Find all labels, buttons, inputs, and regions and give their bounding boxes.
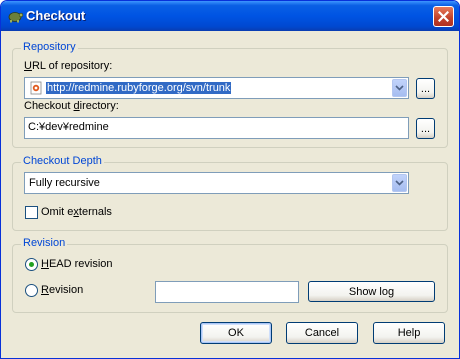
chevron-down-icon bbox=[395, 85, 404, 91]
ok-button[interactable]: OK bbox=[200, 322, 272, 344]
url-combobox[interactable]: http://redmine.rubyforge.org/svn/trunk bbox=[24, 77, 409, 99]
checkout-directory-value: C:¥dev¥redmine bbox=[28, 121, 109, 133]
tortoise-icon bbox=[8, 12, 23, 23]
url-browse-button[interactable]: ... bbox=[416, 78, 435, 99]
directory-browse-button[interactable]: ... bbox=[416, 118, 435, 139]
checkout-directory-label: Checkout directory: bbox=[24, 100, 119, 112]
omit-externals-checkbox[interactable] bbox=[25, 206, 38, 219]
repository-legend: Repository bbox=[21, 41, 78, 53]
cancel-label: Cancel bbox=[304, 327, 340, 339]
help-label: Help bbox=[397, 327, 421, 339]
url-file-icon bbox=[30, 81, 42, 95]
title-bar[interactable]: Checkout bbox=[1, 1, 459, 31]
revision-label[interactable]: Revision bbox=[41, 284, 83, 296]
head-revision-label[interactable]: HEAD revision bbox=[41, 258, 113, 270]
ok-label: OK bbox=[228, 327, 244, 339]
revision-input[interactable] bbox=[155, 281, 299, 303]
directory-browse-label: ... bbox=[420, 122, 431, 135]
omit-externals-label[interactable]: Omit externals bbox=[41, 206, 112, 218]
close-button[interactable] bbox=[433, 6, 454, 27]
help-button[interactable]: Help bbox=[373, 322, 445, 344]
url-browse-label: ... bbox=[420, 82, 431, 95]
cancel-button[interactable]: Cancel bbox=[286, 322, 358, 344]
close-icon bbox=[438, 11, 449, 22]
url-value: http://redmine.rubyforge.org/svn/trunk bbox=[46, 82, 232, 94]
url-label: URL of repository: bbox=[24, 60, 113, 72]
show-log-label: Show log bbox=[348, 285, 395, 298]
dialog-title: Checkout bbox=[26, 8, 86, 23]
radio-selected-dot bbox=[29, 262, 34, 267]
checkout-depth-legend: Checkout Depth bbox=[21, 155, 104, 167]
depth-selected-value: Fully recursive bbox=[29, 177, 100, 189]
show-log-button[interactable]: Show log bbox=[308, 281, 435, 302]
depth-combobox[interactable]: Fully recursive bbox=[24, 172, 409, 194]
chevron-down-icon bbox=[395, 180, 404, 186]
url-dropdown-arrow[interactable] bbox=[392, 79, 407, 97]
revision-radio[interactable] bbox=[25, 284, 38, 297]
checkout-dialog: Checkout Repository URL of repository: h… bbox=[0, 0, 460, 359]
checkout-directory-input[interactable]: C:¥dev¥redmine bbox=[24, 117, 409, 139]
depth-dropdown-arrow[interactable] bbox=[392, 174, 407, 192]
revision-legend: Revision bbox=[21, 237, 68, 249]
head-revision-radio[interactable] bbox=[25, 258, 38, 271]
